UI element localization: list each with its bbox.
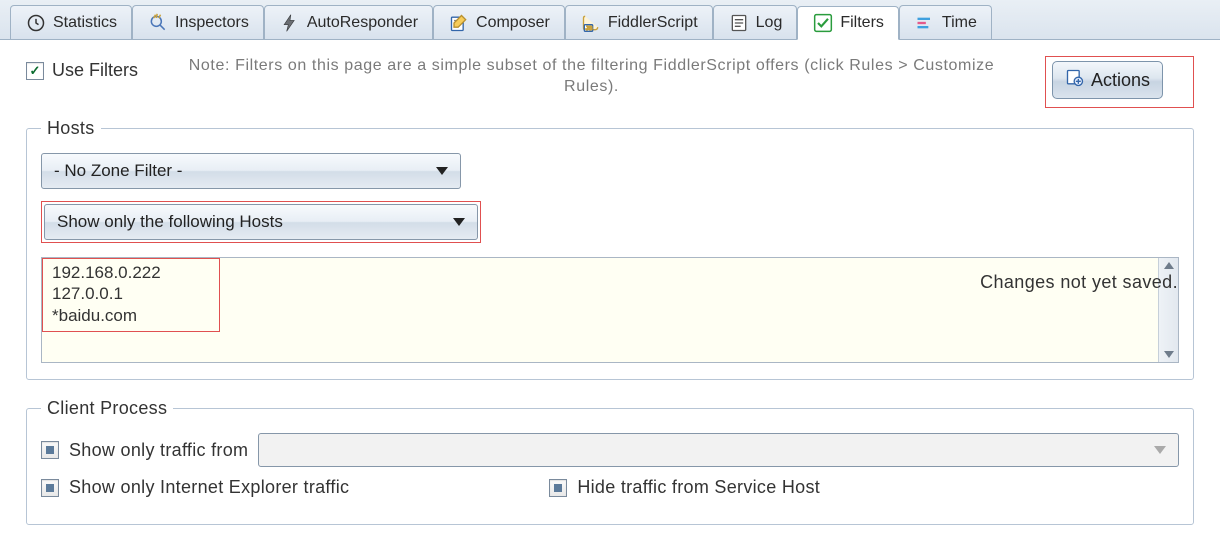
changes-not-saved: Changes not yet saved. (980, 272, 1178, 293)
compose-icon (448, 12, 470, 34)
tab-label: Filters (840, 14, 884, 32)
filters-note: Note: Filters on this page are a simple … (158, 56, 1025, 98)
chevron-down-icon (436, 167, 448, 175)
client-process-fieldset: Client Process Show only traffic from Sh… (26, 398, 1194, 525)
chevron-down-icon (453, 218, 465, 226)
tab-label: Statistics (53, 14, 117, 32)
timeline-icon (914, 12, 936, 34)
tab-label: Inspectors (175, 14, 249, 32)
tab-label: FiddlerScript (608, 14, 698, 32)
tab-timeline[interactable]: Time (899, 5, 992, 39)
tab-label: Time (942, 14, 977, 32)
magnifier-icon (147, 12, 169, 34)
show-only-ie-checkbox[interactable] (41, 479, 59, 497)
tab-autoresponder[interactable]: AutoResponder (264, 5, 433, 39)
process-combo[interactable] (258, 433, 1179, 467)
actions-highlight: Actions (1045, 56, 1194, 108)
host-filter-combo[interactable]: Show only the following Hosts (44, 204, 478, 240)
clock-icon (25, 12, 47, 34)
document-icon (728, 12, 750, 34)
host-filter-value: Show only the following Hosts (57, 212, 283, 232)
script-icon: JS (580, 12, 602, 34)
use-filters-checkbox[interactable] (26, 62, 44, 80)
client-process-legend: Client Process (41, 398, 173, 419)
scroll-down-icon[interactable] (1164, 351, 1174, 358)
hide-service-label: Hide traffic from Service Host (577, 477, 820, 498)
actions-label: Actions (1091, 70, 1150, 91)
tab-statistics[interactable]: Statistics (10, 5, 132, 39)
use-filters-label: Use Filters (52, 60, 138, 81)
tab-label: AutoResponder (307, 14, 418, 32)
tab-label: Log (756, 14, 783, 32)
show-only-from-checkbox[interactable] (41, 441, 59, 459)
host-filter-highlight: Show only the following Hosts (41, 201, 481, 243)
tab-fiddlerscript[interactable]: JS FiddlerScript (565, 5, 713, 39)
lightning-icon (279, 12, 301, 34)
chevron-down-icon (1154, 446, 1166, 454)
hosts-text-value: 192.168.0.222 127.0.0.1 *baidu.com (42, 258, 1178, 330)
tab-log[interactable]: Log (713, 5, 798, 39)
check-icon (812, 12, 834, 34)
svg-text:JS: JS (585, 26, 592, 32)
hide-service-checkbox[interactable] (549, 479, 567, 497)
hosts-legend: Hosts (41, 118, 101, 139)
tab-filters[interactable]: Filters (797, 6, 899, 40)
use-filters-row: Use Filters (26, 56, 138, 81)
filters-panel: Use Filters Note: Filters on this page a… (0, 40, 1220, 550)
tab-composer[interactable]: Composer (433, 5, 565, 39)
actions-icon (1065, 68, 1085, 93)
hosts-fieldset: Hosts - No Zone Filter - Show only the f… (26, 118, 1194, 380)
tab-bar: Statistics Inspectors AutoResponder Comp… (0, 0, 1220, 40)
zone-filter-value: - No Zone Filter - (54, 161, 182, 181)
actions-button[interactable]: Actions (1052, 61, 1163, 99)
tab-inspectors[interactable]: Inspectors (132, 5, 264, 39)
zone-filter-combo[interactable]: - No Zone Filter - (41, 153, 461, 189)
tab-label: Composer (476, 14, 550, 32)
scroll-up-icon[interactable] (1164, 262, 1174, 269)
show-only-from-label: Show only traffic from (69, 440, 248, 461)
show-only-ie-label: Show only Internet Explorer traffic (69, 477, 349, 498)
